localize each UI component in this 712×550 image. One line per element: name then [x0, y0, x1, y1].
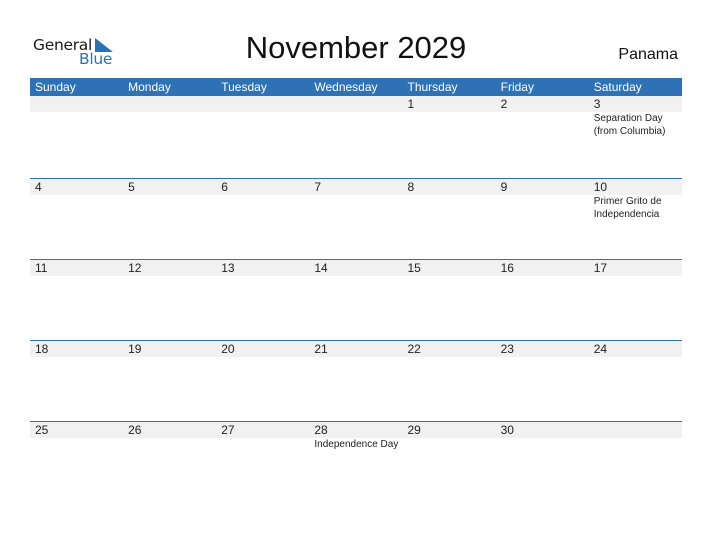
day-cell: 29: [403, 421, 496, 501]
day-number: 30: [500, 423, 514, 437]
day-cell: 26: [123, 421, 216, 501]
day-cell: 13: [216, 259, 309, 339]
week-row: 4 5 6 7 8 9 10 Primer Grito de Independencia: [30, 178, 682, 258]
day-number: 29: [407, 423, 421, 437]
day-cell: 4: [30, 178, 123, 258]
day-cell: 24: [589, 340, 682, 420]
week-row: 25 26 27 28 Independence Day 29 30: [30, 421, 682, 501]
weekday-tuesday: Tuesday: [221, 80, 267, 94]
day-number: 17: [593, 261, 608, 275]
weekday-header: Sunday Monday Tuesday Wednesday Thursday…: [30, 78, 682, 96]
weekday-monday: Monday: [128, 80, 171, 94]
weekday-wednesday: Wednesday: [314, 80, 378, 94]
day-cell: [30, 96, 123, 176]
week-row: 11 12 13 14 15 16 17: [30, 259, 682, 339]
day-number: 19: [128, 342, 142, 356]
day-cell: 20: [216, 340, 309, 420]
day-cell: 15: [403, 259, 496, 339]
day-cell: 10 Primer Grito de Independencia: [589, 178, 682, 258]
day-number: 12: [128, 261, 142, 275]
day-number: 14: [314, 261, 328, 275]
day-number: 7: [314, 180, 322, 194]
day-number: 2: [500, 97, 508, 111]
day-number: 28: [314, 423, 328, 437]
day-cell: 23: [496, 340, 589, 420]
week-row: 18 19 20 21 22 23 24: [30, 340, 682, 420]
day-number: 22: [407, 342, 421, 356]
day-number: 10: [593, 180, 608, 194]
day-number: 4: [35, 180, 42, 194]
week-row: 1 2 3 Separation Day (from Columbia): [30, 96, 682, 176]
day-cell: 14: [309, 259, 402, 339]
day-number: 9: [500, 180, 508, 194]
day-cell: 28 Independence Day: [309, 421, 402, 501]
day-cell: 22: [403, 340, 496, 420]
day-cell: 3 Separation Day (from Columbia): [589, 96, 682, 176]
day-number: 13: [221, 261, 235, 275]
day-cell: 1: [403, 96, 496, 176]
day-number: 15: [407, 261, 421, 275]
day-cell: 21: [309, 340, 402, 420]
day-cell: 8: [403, 178, 496, 258]
day-cell: 7: [309, 178, 402, 258]
day-cell: 12: [123, 259, 216, 339]
day-cell: 27: [216, 421, 309, 501]
day-cell: 2: [496, 96, 589, 176]
day-cell: 19: [123, 340, 216, 420]
day-cell: [309, 96, 402, 176]
day-number: 1: [407, 97, 415, 111]
day-number: 11: [35, 261, 48, 275]
day-number: 23: [500, 342, 514, 356]
day-number: 24: [593, 342, 608, 356]
day-number: 20: [221, 342, 235, 356]
day-number: 8: [407, 180, 415, 194]
day-cell: 6: [216, 178, 309, 258]
weekday-thursday: Thursday: [407, 80, 458, 94]
day-number: 16: [500, 261, 514, 275]
holiday-label: Independence Day: [314, 439, 399, 450]
day-number: 25: [35, 423, 49, 437]
day-number: 5: [128, 180, 135, 194]
day-cell: 5: [123, 178, 216, 258]
day-cell: [589, 421, 682, 501]
day-number: 27: [221, 423, 235, 437]
weekday-friday: Friday: [500, 80, 534, 94]
calendar-title: November 2029: [245, 30, 467, 65]
day-cell: 25: [30, 421, 123, 501]
day-number: 26: [128, 423, 142, 437]
country-label: Panama: [618, 46, 678, 63]
holiday-label: Primer Grito de Independencia: [593, 196, 662, 220]
day-cell: 11: [30, 259, 123, 339]
day-cell: [123, 96, 216, 176]
day-number: 21: [314, 342, 328, 356]
day-cell: [216, 96, 309, 176]
day-number: 6: [221, 180, 228, 194]
day-number: 18: [35, 342, 49, 356]
weekday-sunday: Sunday: [35, 80, 76, 94]
weekday-saturday: Saturday: [593, 80, 642, 94]
day-cell: 9: [496, 178, 589, 258]
day-cell: 30: [496, 421, 589, 501]
holiday-label: Separation Day (from Columbia): [593, 113, 666, 137]
day-cell: 17: [589, 259, 682, 339]
day-cell: 18: [30, 340, 123, 420]
day-number: 3: [593, 97, 601, 111]
day-cell: 16: [496, 259, 589, 339]
